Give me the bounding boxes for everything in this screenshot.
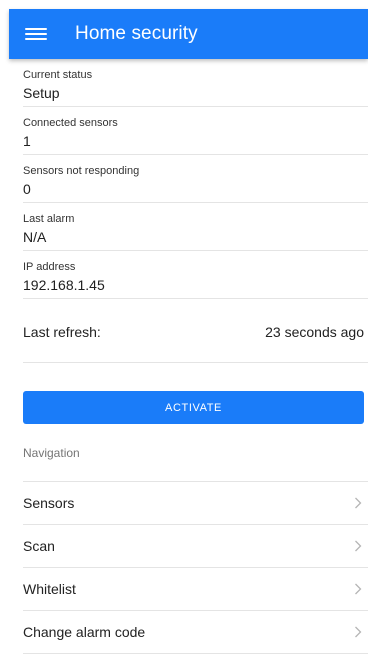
status-value: 1 [23, 133, 31, 149]
hamburger-menu-icon[interactable] [25, 25, 47, 43]
chevron-right-icon [350, 581, 366, 597]
page-title: Home security [75, 23, 198, 44]
status-value: 0 [23, 181, 31, 197]
status-row-last-alarm: Last alarm N/A [23, 203, 368, 251]
status-label: IP address [23, 261, 76, 273]
status-label: Sensors not responding [23, 165, 140, 177]
last-refresh-row: Last refresh: 23 seconds ago [23, 299, 368, 363]
nav-item-label: Whitelist [23, 581, 76, 597]
navigation-section-header: Navigation [23, 424, 368, 482]
nav-item-label: Scan [23, 538, 55, 554]
status-label: Connected sensors [23, 117, 118, 129]
nav-item-label: Sensors [23, 495, 75, 511]
status-value: 192.168.1.45 [23, 277, 105, 293]
nav-item-sensors[interactable]: Sensors [23, 482, 368, 525]
chevron-right-icon [350, 538, 366, 554]
main-content: Current status Setup Connected sensors 1… [23, 59, 368, 654]
status-label: Last alarm [23, 213, 75, 225]
status-value: Setup [23, 85, 60, 101]
activate-button[interactable]: ACTIVATE [23, 391, 364, 424]
chevron-right-icon [350, 495, 366, 511]
last-refresh-label: Last refresh: [23, 323, 101, 340]
status-row-current-status: Current status Setup [23, 59, 368, 107]
chevron-right-icon [350, 624, 366, 640]
status-list: Current status Setup Connected sensors 1… [23, 59, 368, 299]
status-row-ip-address: IP address 192.168.1.45 [23, 251, 368, 299]
last-refresh-value: 23 seconds ago [265, 323, 364, 340]
status-row-sensors-not-responding: Sensors not responding 0 [23, 155, 368, 203]
nav-item-label: Change alarm code [23, 624, 146, 640]
nav-item-whitelist[interactable]: Whitelist [23, 568, 368, 611]
status-value: N/A [23, 229, 47, 245]
nav-item-scan[interactable]: Scan [23, 525, 368, 568]
status-row-connected-sensors: Connected sensors 1 [23, 107, 368, 155]
status-label: Current status [23, 69, 93, 81]
app-bar: Home security [9, 9, 368, 59]
